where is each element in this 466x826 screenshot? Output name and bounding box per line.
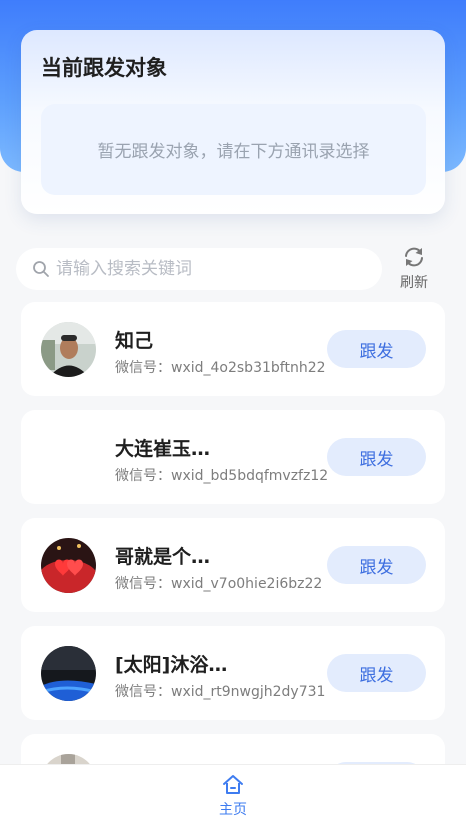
current-target-title: 当前跟发对象	[41, 56, 167, 80]
contact-avatar	[41, 538, 96, 593]
contact-avatar	[41, 322, 96, 377]
contact-wxid: 微信号：wxid_bd5bdqfmvzfz12	[115, 468, 329, 484]
contact-name: 大连崔玉…	[115, 438, 211, 460]
tab-home-label: 主页	[219, 802, 247, 818]
contact-name: 知己	[115, 330, 154, 352]
contact-wxid: 微信号：wxid_v7o0hie2i6bz22	[115, 576, 323, 592]
home-icon	[223, 775, 243, 794]
search-box[interactable]	[16, 248, 382, 290]
refresh-label: 刷新	[400, 275, 428, 291]
bottom-tabbar: 主页	[0, 764, 466, 826]
contact-avatar	[41, 646, 96, 701]
contact-item: 大连崔玉… 微信号：wxid_bd5bdqfmvzfz12 跟发	[21, 410, 445, 504]
follow-button[interactable]: 跟发	[327, 654, 426, 692]
current-target-empty-text: 暂无跟发对象，请在下方通讯录选择	[97, 142, 370, 162]
refresh-button[interactable]: 刷新	[394, 246, 434, 292]
current-target-card: 当前跟发对象 暂无跟发对象，请在下方通讯录选择	[21, 30, 445, 214]
follow-button[interactable]: 跟发	[327, 330, 426, 368]
search-input[interactable]	[56, 259, 356, 279]
contact-avatar	[41, 430, 96, 485]
follow-button[interactable]: 跟发	[327, 546, 426, 584]
search-icon	[33, 261, 49, 277]
contact-item: [太阳]沐浴… 微信号：wxid_rt9nwgjh2dy731 跟发	[21, 626, 445, 720]
contact-wxid: 微信号：wxid_rt9nwgjh2dy731	[115, 684, 326, 700]
search-row: 刷新	[16, 246, 456, 292]
contact-item: 知己 微信号：wxid_4o2sb31bftnh22 跟发	[21, 302, 445, 396]
refresh-icon	[405, 247, 423, 267]
follow-button[interactable]: 跟发	[327, 438, 426, 476]
contact-name: 哥就是个…	[115, 546, 211, 568]
contact-name: [太阳]沐浴…	[115, 654, 228, 676]
contact-item: 哥就是个… 微信号：wxid_v7o0hie2i6bz22 跟发	[21, 518, 445, 612]
current-target-empty: 暂无跟发对象，请在下方通讯录选择	[41, 104, 426, 195]
tab-home[interactable]: 主页	[219, 773, 247, 826]
contact-wxid: 微信号：wxid_4o2sb31bftnh22	[115, 360, 326, 376]
